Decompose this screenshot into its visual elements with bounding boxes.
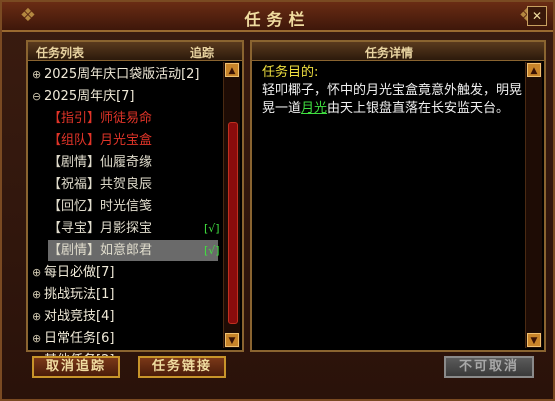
- task-label: 【剧情】仙履奇缘: [48, 155, 153, 170]
- cancel-track-button[interactable]: 取消追踪: [32, 356, 120, 378]
- task-label: 【剧情】如意郎君: [48, 243, 153, 258]
- task-label: 2025周年庆[7]: [44, 89, 135, 104]
- track-check-icon[interactable]: [√]: [204, 218, 220, 239]
- task-list-header: 任务列表 追踪: [28, 42, 242, 61]
- task-item[interactable]: 【组队】月光宝盒: [48, 130, 218, 151]
- expand-icon[interactable]: ⊕: [32, 64, 44, 85]
- goal-label: 任务目的:: [262, 65, 319, 80]
- expand-icon[interactable]: ⊕: [32, 284, 44, 305]
- scroll-up-arrow-icon[interactable]: ▲: [225, 63, 239, 77]
- collapse-icon[interactable]: ⊖: [32, 86, 44, 107]
- task-category[interactable]: ⊖ 2025周年庆[7]: [32, 86, 135, 107]
- task-detail-title: 任务详情: [364, 46, 413, 60]
- task-item[interactable]: 【回忆】时光信笺: [48, 196, 218, 217]
- cannot-cancel-button[interactable]: 不可取消: [444, 356, 534, 378]
- detail-scrollbar[interactable]: ▲ ▼: [525, 62, 542, 348]
- track-column-label: 追踪: [190, 46, 215, 60]
- task-category[interactable]: ⊕ 2025周年庆口袋版活动[2]: [32, 64, 200, 85]
- task-label: 【祝福】共贺良辰: [48, 177, 153, 192]
- task-link-button[interactable]: 任务链接: [138, 356, 226, 378]
- detail-scroll-up-arrow-icon[interactable]: ▲: [527, 63, 541, 77]
- task-list-title: 任务列表: [36, 46, 85, 60]
- task-item[interactable]: 【祝福】共贺良辰: [48, 174, 218, 195]
- task-label: 【指引】师徒易命: [48, 111, 153, 126]
- task-item[interactable]: 【指引】师徒易命: [48, 108, 218, 129]
- track-check-icon[interactable]: [√]: [204, 240, 220, 261]
- task-label: 2025周年庆口袋版活动[2]: [44, 67, 200, 82]
- task-item[interactable]: 【剧情】仙履奇缘: [48, 152, 218, 173]
- task-window: ❖ ❖ 任务栏 ✕ 任务列表 追踪 ⊕2025周年庆口袋版活动[2]⊖2025周…: [0, 0, 555, 401]
- task-label: 【组队】月光宝盒: [48, 133, 153, 148]
- close-button[interactable]: ✕: [527, 6, 547, 26]
- task-item[interactable]: 【剧情】如意郎君: [48, 240, 218, 261]
- task-category[interactable]: ⊕ 挑战玩法[1]: [32, 284, 114, 305]
- title-bar[interactable]: ❖ ❖ 任务栏: [2, 2, 553, 32]
- scroll-thumb[interactable]: [228, 122, 238, 324]
- task-label: 挑战玩法[1]: [44, 287, 115, 302]
- task-category[interactable]: ⊕ 对战竞技[4]: [32, 306, 114, 327]
- detail-text-part2: 由天上银盘直落在长安监天台。: [327, 101, 510, 116]
- window-title: 任务栏: [244, 10, 311, 29]
- task-label: 日常任务[6]: [44, 331, 115, 346]
- task-detail-header: 任务详情: [252, 42, 544, 61]
- moonlight-link[interactable]: 月光: [301, 101, 327, 116]
- expand-icon[interactable]: ⊕: [32, 262, 44, 283]
- expand-icon[interactable]: ⊕: [32, 328, 44, 349]
- task-item[interactable]: 【寻宝】月影探宝: [48, 218, 218, 239]
- task-label: 【寻宝】月影探宝: [48, 221, 153, 236]
- task-label: 每日必做[7]: [44, 265, 115, 280]
- scroll-down-arrow-icon[interactable]: ▼: [225, 333, 239, 347]
- task-category[interactable]: ⊕ 每日必做[7]: [32, 262, 114, 283]
- expand-icon[interactable]: ⊕: [32, 306, 44, 327]
- task-detail-panel: 任务详情 任务目的: 轻叩椰子，怀中的月光宝盒竟意外触发，明晃晃一道月光由天上银…: [250, 40, 546, 352]
- list-scrollbar[interactable]: ▲ ▼: [223, 62, 240, 348]
- detail-scroll-down-arrow-icon[interactable]: ▼: [527, 333, 541, 347]
- task-detail-text: 任务目的: 轻叩椰子，怀中的月光宝盒竟意外触发，明晃晃一道月光由天上银盘直落在长…: [262, 64, 524, 118]
- task-list-panel: 任务列表 追踪 ⊕ 2025周年庆口袋版活动[2] ⊖ 2025周年庆[7] 【指引】师…: [26, 40, 244, 368]
- task-category[interactable]: ⊕ 日常任务[6]: [32, 328, 114, 349]
- task-label: 【回忆】时光信笺: [48, 199, 153, 214]
- task-label: 对战竞技[4]: [44, 309, 115, 324]
